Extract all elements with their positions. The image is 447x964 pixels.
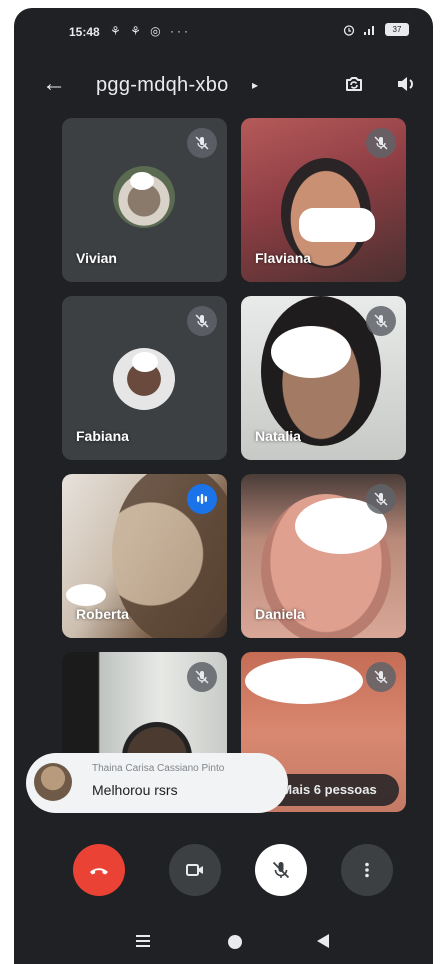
mic-muted-indicator (187, 662, 217, 692)
end-call-button[interactable] (73, 844, 125, 896)
face-blur (271, 326, 351, 378)
call-header: ← pgg-mdqh-xbo ▸ (14, 66, 433, 106)
participant-tile[interactable]: Flaviana (241, 118, 406, 282)
more-options-button[interactable] (341, 844, 393, 896)
alarm-icon (343, 24, 355, 36)
sender-avatar (34, 763, 72, 801)
camera-toggle-button[interactable] (169, 844, 221, 896)
nav-back-icon[interactable] (317, 934, 329, 948)
home-icon[interactable] (228, 935, 242, 949)
signal-icon (364, 25, 374, 35)
notification-icons: ⚘ ⚘ ◎ ··· (110, 24, 191, 38)
participant-name: Fabiana (76, 428, 129, 444)
participant-tile[interactable]: Roberta (62, 474, 227, 638)
status-time: 15:48 (69, 25, 100, 39)
microphone-toggle-button[interactable] (255, 844, 307, 896)
face-blur (245, 658, 363, 704)
participant-name: Flaviana (255, 250, 312, 266)
battery-icon: 37 (385, 23, 409, 36)
participant-name: Natalia (255, 428, 301, 444)
participant-name: Vivian (76, 250, 117, 266)
message-sender: Thaina Carisa Cassiano Pinto (92, 763, 225, 774)
hang-up-icon (90, 868, 108, 875)
mic-off-icon (374, 314, 388, 328)
meeting-code[interactable]: pgg-mdqh-xbo (96, 74, 229, 97)
participant-tile[interactable]: Fabiana (62, 296, 227, 460)
mic-muted-indicator (187, 128, 217, 158)
mic-off-icon (195, 670, 209, 684)
participant-tile[interactable]: Daniela (241, 474, 406, 638)
mic-muted-indicator (366, 128, 396, 158)
status-bar: 15:48 ⚘ ⚘ ◎ ··· 37 (14, 8, 433, 52)
participant-tile[interactable]: Natalia (241, 296, 406, 460)
audio-level-icon (197, 494, 207, 504)
mic-muted-indicator (187, 306, 217, 336)
meet-call-screen: 15:48 ⚘ ⚘ ◎ ··· 37 ← pgg-mdqh-xbo ▸ Vivi… (14, 8, 433, 964)
mic-muted-indicator (366, 662, 396, 692)
video-camera-icon (186, 864, 203, 876)
mic-off-icon (272, 861, 290, 879)
mic-off-icon (195, 136, 209, 150)
mic-off-icon (195, 314, 209, 328)
face-blur (66, 584, 106, 606)
vertical-dots-icon (365, 862, 369, 878)
back-arrow-icon[interactable]: ← (42, 72, 66, 96)
mic-off-icon (374, 136, 388, 150)
recents-icon[interactable] (135, 934, 151, 948)
speaking-indicator (187, 484, 217, 514)
mic-muted-indicator (366, 306, 396, 336)
system-nav-bar (14, 921, 433, 964)
face-blur (299, 208, 375, 242)
chat-message-toast[interactable]: Thaina Carisa Cassiano Pinto Melhorou rs… (26, 753, 288, 813)
participant-tile[interactable]: Vivian (62, 118, 227, 282)
caret-right-icon[interactable]: ▸ (252, 78, 258, 92)
face-blur (132, 352, 158, 372)
participant-name: Roberta (76, 606, 129, 622)
status-icons: 37 (343, 23, 409, 36)
mic-muted-indicator (366, 484, 396, 514)
participant-name: Daniela (255, 606, 305, 622)
message-text: Melhorou rsrs (92, 782, 178, 798)
switch-camera-icon[interactable] (342, 72, 366, 96)
speaker-icon[interactable] (394, 72, 418, 96)
mic-off-icon (374, 670, 388, 684)
mic-off-icon (374, 492, 388, 506)
face-blur (130, 172, 154, 190)
